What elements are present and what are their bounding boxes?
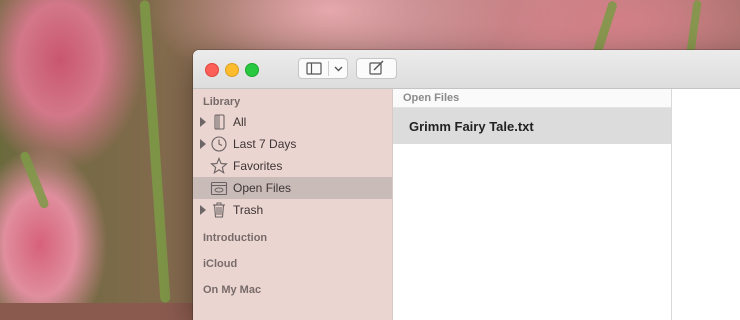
sidebar-item-open-files[interactable]: Open Files [193, 177, 392, 199]
file-name: Grimm Fairy Tale.txt [409, 119, 534, 134]
folder-icon [210, 181, 228, 196]
close-button[interactable] [205, 63, 219, 77]
disclosure-triangle-icon[interactable] [200, 205, 206, 215]
sidebar-toggle-control[interactable] [298, 58, 348, 79]
sidebar-item-label: All [233, 115, 247, 129]
compose-button[interactable] [356, 58, 397, 79]
list-header: Open Files [393, 89, 671, 108]
sidebar-item-label: Last 7 Days [233, 137, 297, 151]
compose-icon [369, 60, 384, 75]
editor-pane[interactable] [672, 89, 740, 320]
sidebar: Library All Last 7 Days Favorites Open F… [193, 89, 393, 320]
sidebar-section-introduction[interactable]: Introduction [203, 232, 267, 244]
chevron-down-icon[interactable] [329, 59, 349, 78]
sidebar-item-trash[interactable]: Trash [193, 199, 392, 221]
zoom-button[interactable] [245, 63, 259, 77]
title-bar [193, 50, 740, 89]
sidebar-item-all[interactable]: All [193, 111, 392, 133]
sidebar-item-label: Trash [233, 203, 264, 217]
sidebar-icon[interactable] [299, 59, 328, 78]
disclosure-triangle-icon[interactable] [200, 139, 206, 149]
sidebar-section-on-my-mac[interactable]: On My Mac [203, 284, 261, 296]
clock-icon [211, 136, 227, 152]
disclosure-triangle-icon[interactable] [200, 117, 206, 127]
sidebar-library-header: Library [203, 96, 241, 108]
sidebar-item-label: Favorites [233, 159, 283, 173]
document-stack-icon [214, 114, 225, 130]
sidebar-item-last-7-days[interactable]: Last 7 Days [193, 133, 392, 155]
sidebar-item-label: Open Files [233, 181, 292, 195]
app-window: Library All Last 7 Days Favorites Open F… [193, 50, 740, 320]
minimize-button[interactable] [225, 63, 239, 77]
sidebar-item-favorites[interactable]: Favorites [193, 155, 392, 177]
list-item[interactable]: Grimm Fairy Tale.txt [393, 108, 671, 144]
file-list-pane: Open Files Grimm Fairy Tale.txt [393, 89, 672, 320]
star-icon [210, 157, 228, 175]
trash-icon [213, 202, 225, 218]
sidebar-section-icloud[interactable]: iCloud [203, 258, 237, 270]
